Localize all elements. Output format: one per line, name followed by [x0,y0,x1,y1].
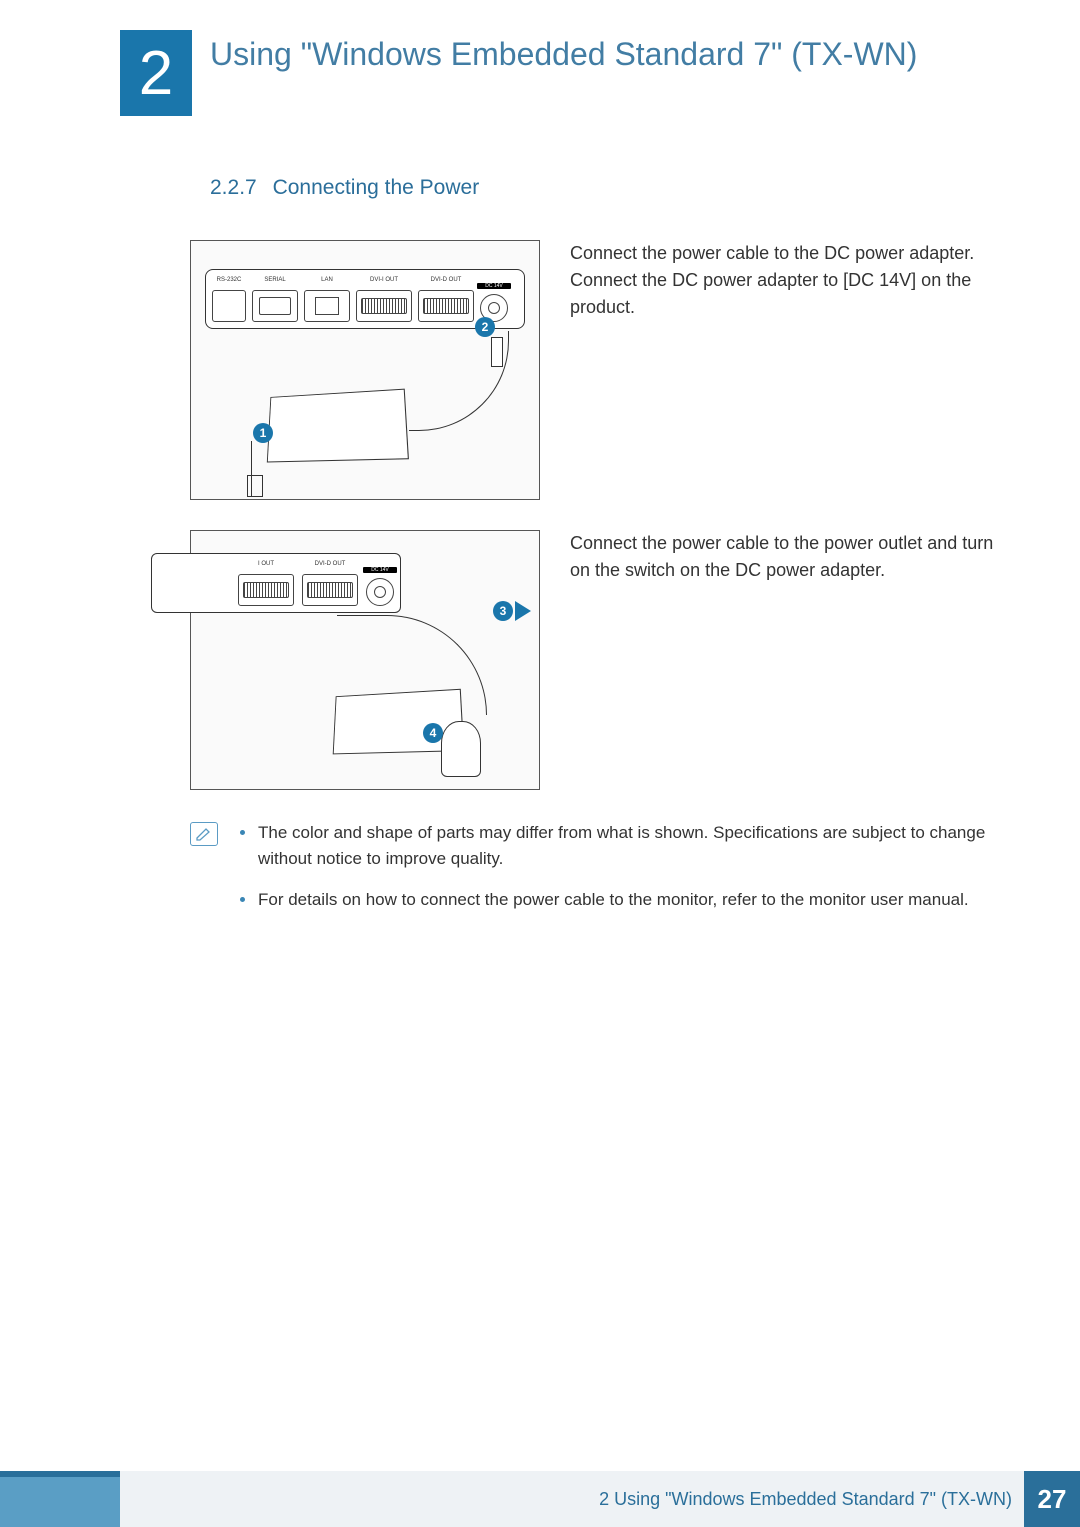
step-1-row: RS-232C SERIAL LAN DVI-I OUT DVI-D OUT D… [190,240,1000,500]
port-label: DVI-D OUT [419,277,473,283]
port-label: DVI-I OUT [357,277,411,283]
note-item: For details on how to connect the power … [236,887,1000,913]
section-title: Connecting the Power [273,176,480,199]
dc-plug-icon [491,337,503,367]
note-item: The color and shape of parts may differ … [236,820,1000,873]
arrow-right-icon [515,601,531,621]
chapter-number-badge: 2 [120,30,192,116]
port-label: DC 14V [363,567,397,573]
pencil-note-icon [196,827,212,841]
port-rs232: RS-232C [212,290,246,322]
port-label: I OUT [239,561,293,567]
port-dvi-i: DVI-I OUT [356,290,412,322]
section-number: 2.2.7 [210,176,257,199]
port-dvi-d: DVI-D OUT [418,290,474,322]
callout-3: 3 [493,601,513,621]
port-dc14v: DC 14V [366,578,394,606]
callout-1: 1 [253,423,273,443]
chapter-header: 2 Using "Windows Embedded Standard 7" (T… [120,30,1000,116]
note-icon [190,822,218,846]
callout-4: 4 [423,723,443,743]
port-dvi-i: I OUT [238,574,294,606]
figure-1: RS-232C SERIAL LAN DVI-I OUT DVI-D OUT D… [190,240,540,500]
note-list: The color and shape of parts may differ … [236,820,1000,927]
port-label: DVI-D OUT [303,561,357,567]
page-footer: 2 Using "Windows Embedded Standard 7" (T… [0,1471,1080,1527]
step-1-text: Connect the power cable to the DC power … [570,240,1000,500]
page: 2 Using "Windows Embedded Standard 7" (T… [0,0,1080,1527]
port-dvi-d: DVI-D OUT [302,574,358,606]
port-label: RS-232C [213,277,245,283]
hand-icon [441,721,481,777]
dc-adapter-icon [267,389,409,463]
port-label: LAN [305,277,349,283]
chapter-title: Using "Windows Embedded Standard 7" (TX-… [210,30,917,76]
section-heading: 2.2.7 Connecting the Power [210,176,1000,200]
power-cable-icon [251,441,273,497]
footer-text: 2 Using "Windows Embedded Standard 7" (T… [599,1489,1024,1510]
figure-2: I OUT DVI-D OUT DC 14V 3 4 [190,530,540,790]
port-serial: SERIAL [252,290,298,322]
port-lan: LAN [304,290,350,322]
port-panel-partial: I OUT DVI-D OUT DC 14V [151,553,401,613]
port-label: SERIAL [253,277,297,283]
step-2-text: Connect the power cable to the power out… [570,530,1000,790]
port-label: DC 14V [477,283,511,289]
footer-main: 2 Using "Windows Embedded Standard 7" (T… [120,1471,1080,1527]
note-block: The color and shape of parts may differ … [190,820,1000,927]
callout-2: 2 [475,317,495,337]
page-number: 27 [1024,1471,1080,1527]
step-2-row: I OUT DVI-D OUT DC 14V 3 4 Connect the p… [190,530,1000,790]
footer-accent [0,1471,120,1527]
